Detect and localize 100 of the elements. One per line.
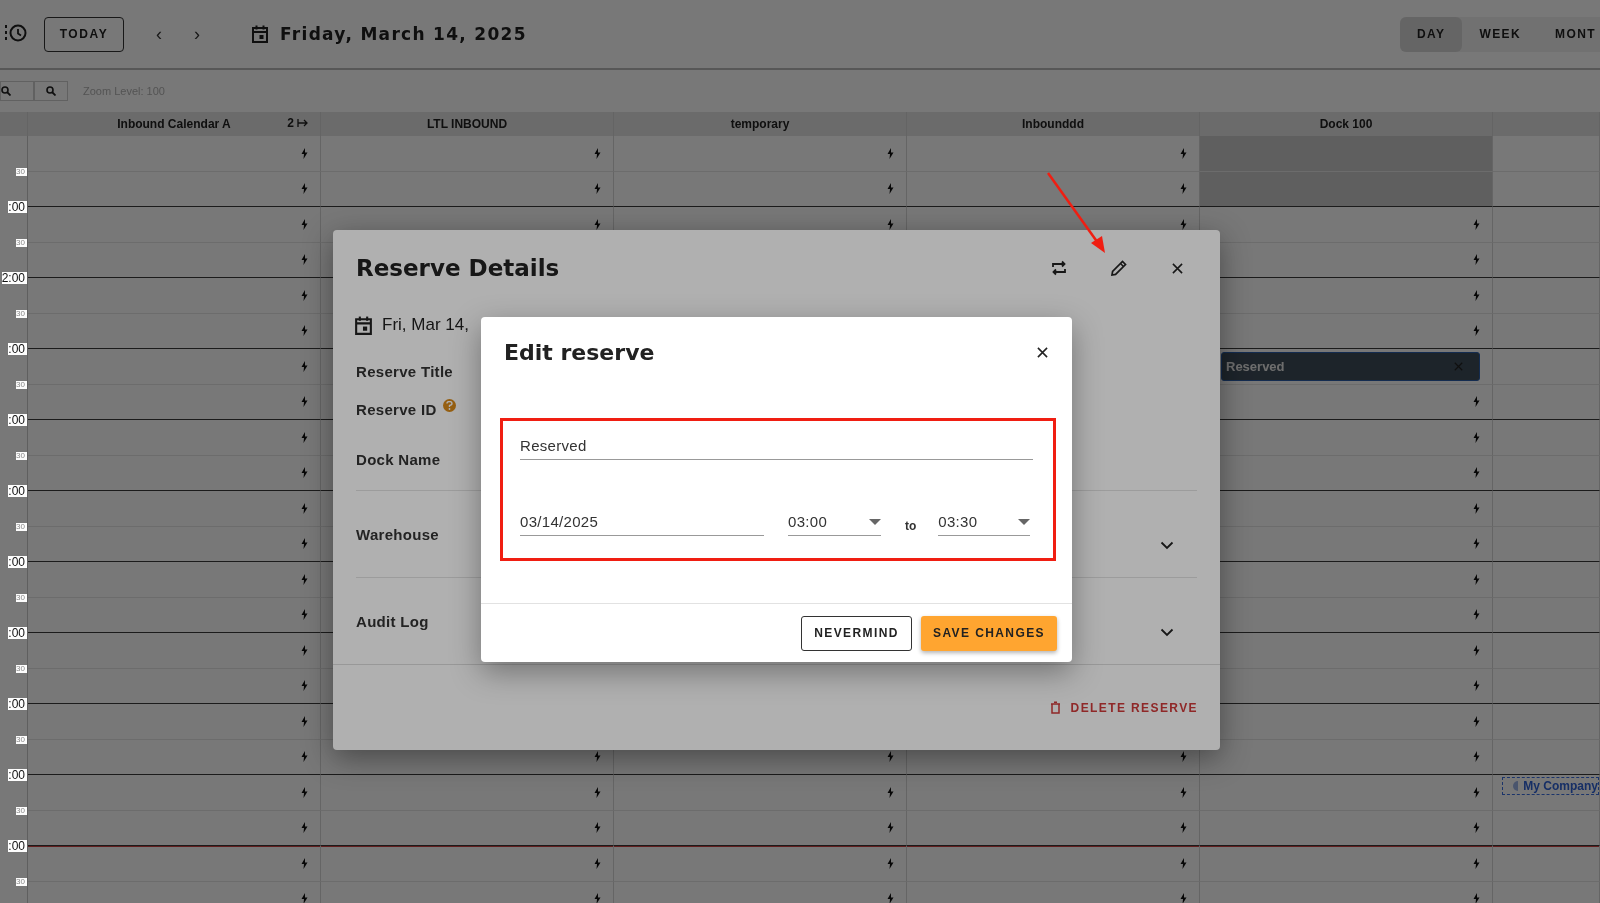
calendar-slot[interactable] xyxy=(1493,810,1600,846)
bolt-icon[interactable] xyxy=(1473,325,1480,337)
reserve-name-field[interactable]: Reserved xyxy=(520,432,1033,460)
bolt-icon[interactable] xyxy=(301,644,308,656)
calendar-slot[interactable] xyxy=(907,810,1200,846)
reserved-event[interactable]: Reserved xyxy=(1221,352,1480,381)
zoom-out-button[interactable] xyxy=(34,81,68,101)
calendar-slot[interactable] xyxy=(1200,810,1493,846)
bolt-icon[interactable] xyxy=(1180,822,1187,834)
bolt-icon[interactable] xyxy=(887,218,894,230)
bolt-icon[interactable] xyxy=(301,573,308,585)
bolt-icon[interactable] xyxy=(1473,502,1480,514)
close-icon[interactable] xyxy=(1037,346,1048,358)
bolt-icon[interactable] xyxy=(887,147,894,159)
bolt-icon[interactable] xyxy=(301,822,308,834)
calendar-slot[interactable] xyxy=(28,810,321,846)
bolt-icon[interactable] xyxy=(301,751,308,763)
bolt-icon[interactable] xyxy=(1473,396,1480,408)
bolt-icon[interactable] xyxy=(301,893,308,903)
bolt-icon[interactable] xyxy=(887,786,894,798)
bolt-icon[interactable] xyxy=(594,786,601,798)
date-field[interactable]: 03/14/2025 xyxy=(520,508,764,536)
company-chip[interactable]: My Company xyxy=(1502,777,1599,795)
caret-icon[interactable] xyxy=(869,518,881,525)
bolt-icon[interactable] xyxy=(594,822,601,834)
calendar-slot[interactable] xyxy=(1493,313,1600,349)
view-tab[interactable]: DAY xyxy=(1400,16,1463,52)
pencil-icon[interactable] xyxy=(1110,259,1128,277)
calendar-slot[interactable] xyxy=(614,171,907,207)
zoom-in-button[interactable] xyxy=(0,81,34,101)
view-tab[interactable]: WEEK xyxy=(1462,16,1539,52)
bolt-icon[interactable] xyxy=(1473,680,1480,692)
calendar-slot[interactable] xyxy=(1493,668,1600,704)
bolt-icon[interactable] xyxy=(1473,254,1480,266)
calendar-slot[interactable] xyxy=(1493,242,1600,278)
bolt-icon[interactable] xyxy=(594,893,601,903)
chevron-down-icon[interactable] xyxy=(1160,627,1174,637)
today-button[interactable]: TODAY xyxy=(44,16,124,52)
calendar-slot[interactable] xyxy=(1493,597,1600,633)
calendar-slot[interactable] xyxy=(28,313,321,349)
bolt-icon[interactable] xyxy=(1473,538,1480,550)
bolt-icon[interactable] xyxy=(1473,822,1480,834)
calendar-slot[interactable] xyxy=(1493,384,1600,420)
nevermind-button[interactable]: NEVERMIND xyxy=(801,615,912,651)
calendar-slot[interactable]: My Company xyxy=(1493,775,1600,811)
calendar-slot[interactable]: Reserved xyxy=(1200,349,1493,385)
bolt-icon[interactable] xyxy=(301,715,308,727)
bolt-icon[interactable] xyxy=(1473,289,1480,301)
bolt-icon[interactable] xyxy=(594,183,601,195)
bolt-icon[interactable] xyxy=(594,147,601,159)
calendar-slot[interactable] xyxy=(1493,171,1600,207)
calendar-slot[interactable] xyxy=(28,739,321,775)
bolt-icon[interactable] xyxy=(594,218,601,230)
bolt-icon[interactable] xyxy=(1180,218,1187,230)
bolt-icon[interactable] xyxy=(301,396,308,408)
bolt-icon[interactable] xyxy=(887,822,894,834)
help-icon[interactable] xyxy=(442,398,456,412)
calendar-slot[interactable] xyxy=(28,668,321,704)
bolt-icon[interactable] xyxy=(1473,857,1480,869)
bolt-icon[interactable] xyxy=(301,254,308,266)
bolt-icon[interactable] xyxy=(1473,609,1480,621)
bolt-icon[interactable] xyxy=(887,893,894,903)
next-button[interactable]: › xyxy=(188,23,206,45)
bolt-icon[interactable] xyxy=(1180,147,1187,159)
caret-icon[interactable] xyxy=(1018,518,1031,525)
calendar-slot[interactable] xyxy=(28,597,321,633)
bolt-icon[interactable] xyxy=(1473,218,1480,230)
bolt-icon[interactable] xyxy=(301,538,308,550)
bolt-icon[interactable] xyxy=(301,857,308,869)
calendar-slot[interactable] xyxy=(1493,455,1600,491)
bolt-icon[interactable] xyxy=(887,751,894,763)
view-tab[interactable]: MONT xyxy=(1538,16,1600,52)
bolt-icon[interactable] xyxy=(301,218,308,230)
chevron-down-icon[interactable] xyxy=(1160,540,1174,550)
bolt-icon[interactable] xyxy=(1473,751,1480,763)
calendar-slot[interactable] xyxy=(1493,526,1600,562)
calendar-slot[interactable] xyxy=(28,526,321,562)
repeat-icon[interactable] xyxy=(1050,260,1068,276)
calendar-slot[interactable] xyxy=(28,171,321,207)
bolt-icon[interactable] xyxy=(301,360,308,372)
save-changes-button[interactable]: SAVE CHANGES xyxy=(921,615,1057,651)
bolt-icon[interactable] xyxy=(1473,431,1480,443)
calendar-slot[interactable] xyxy=(28,242,321,278)
calendar-slot[interactable] xyxy=(321,810,614,846)
bolt-icon[interactable] xyxy=(301,502,308,514)
bolt-icon[interactable] xyxy=(301,325,308,337)
calendar-slot[interactable] xyxy=(907,171,1200,207)
start-time-select[interactable]: 03:00 xyxy=(788,508,881,536)
delete-reserve-button[interactable]: DELETE RESERVE xyxy=(1043,699,1204,716)
bolt-icon[interactable] xyxy=(1473,644,1480,656)
calendar-slot[interactable] xyxy=(28,384,321,420)
bolt-icon[interactable] xyxy=(301,609,308,621)
bolt-icon[interactable] xyxy=(1180,893,1187,903)
bolt-icon[interactable] xyxy=(301,147,308,159)
bolt-icon[interactable] xyxy=(594,751,601,763)
bolt-icon[interactable] xyxy=(301,431,308,443)
bolt-icon[interactable] xyxy=(1180,183,1187,195)
calendar-slot[interactable] xyxy=(28,455,321,491)
bolt-icon[interactable] xyxy=(594,857,601,869)
calendar-slot[interactable] xyxy=(321,171,614,207)
